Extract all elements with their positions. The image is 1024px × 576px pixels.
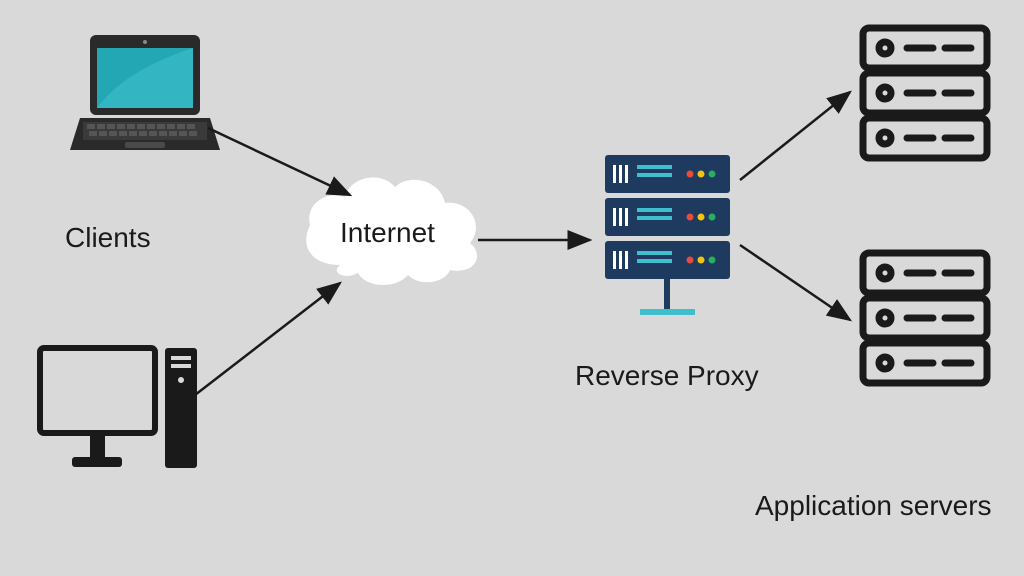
arrow-proxy-server1	[740, 92, 850, 180]
clients-label: Clients	[65, 222, 151, 254]
arrow-laptop-cloud	[208, 128, 350, 195]
arrow-desktop-cloud	[195, 283, 340, 395]
reverse-proxy-label: Reverse Proxy	[575, 360, 759, 392]
application-servers-label: Application servers	[755, 490, 992, 522]
arrow-proxy-server2	[740, 245, 850, 320]
internet-label: Internet	[340, 217, 435, 249]
